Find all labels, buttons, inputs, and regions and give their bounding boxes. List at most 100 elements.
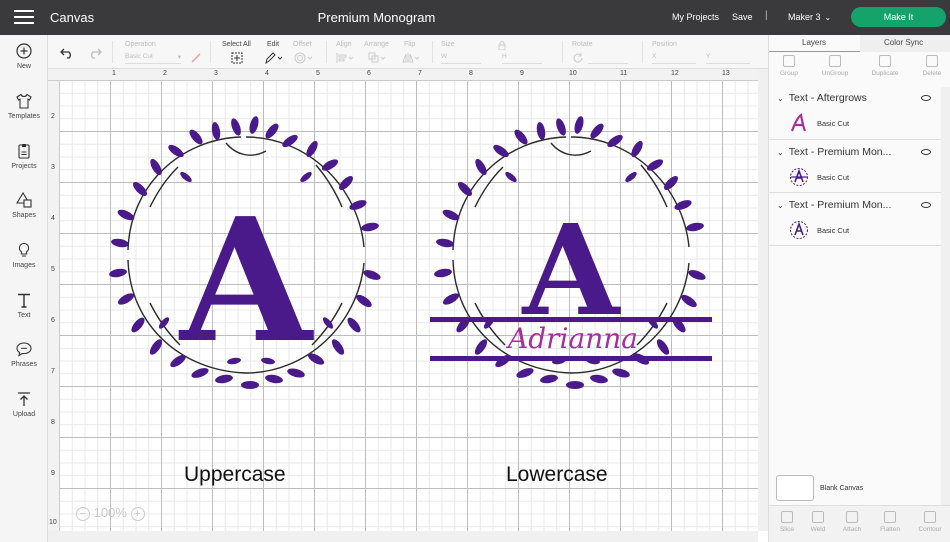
- machine-label: Maker 3: [788, 12, 821, 22]
- height-prefix: H: [502, 53, 507, 60]
- monogram-letter-lowercase[interactable]: A: [521, 209, 621, 334]
- monogram-letter-uppercase[interactable]: A: [180, 196, 312, 366]
- toolbar-divider: [562, 41, 563, 63]
- attach-icon: [846, 511, 858, 523]
- position-y-field[interactable]: Y: [706, 53, 750, 64]
- sidebar-item-phrases[interactable]: Phrases: [0, 341, 48, 368]
- sidebar-item-label: Projects: [11, 163, 37, 170]
- active-tab-underline: [769, 51, 860, 52]
- weld-button[interactable]: Weld: [800, 511, 836, 533]
- zoom-control: − 100% +: [76, 505, 145, 521]
- height-field[interactable]: H: [502, 53, 542, 64]
- eye-icon[interactable]: [921, 149, 931, 155]
- flip-icon[interactable]: [402, 52, 422, 64]
- ruler-number: 13: [722, 70, 730, 77]
- speech-bubble-icon: [16, 342, 32, 357]
- select-all-icon[interactable]: [231, 52, 243, 64]
- sidebar-item-text[interactable]: Text: [0, 292, 48, 319]
- flatten-label: Flatten: [880, 526, 900, 533]
- group-label: Group: [779, 70, 799, 77]
- sidebar-item-label: Phrases: [11, 361, 37, 368]
- layer-name: Text - Aftergrows: [788, 92, 867, 104]
- position-x-field[interactable]: X: [652, 53, 696, 64]
- attach-button[interactable]: Attach: [834, 511, 870, 533]
- sidebar-item-label: Text: [17, 312, 31, 319]
- ruler-number: 5: [51, 266, 55, 273]
- canvas-vertical-scrollbar[interactable]: [758, 69, 768, 531]
- toolbar-divider: [112, 41, 113, 63]
- eye-icon[interactable]: [921, 202, 931, 208]
- position-label: Position: [652, 41, 677, 48]
- size-label: Size: [441, 41, 455, 48]
- align-icon[interactable]: [336, 52, 356, 64]
- attach-label: Attach: [842, 526, 862, 533]
- sidebar-item-images[interactable]: Images: [0, 242, 48, 269]
- ruler-number: 6: [51, 317, 55, 324]
- layer-thumbnail-script-a: [790, 113, 807, 132]
- ungroup-button[interactable]: UnGroup: [817, 55, 853, 77]
- ungroup-label: UnGroup: [821, 70, 849, 77]
- make-it-button[interactable]: Make It: [851, 7, 946, 27]
- delete-button[interactable]: Delete: [914, 55, 950, 77]
- redo-icon[interactable]: [88, 47, 102, 59]
- zoom-out-button[interactable]: −: [76, 506, 90, 521]
- duplicate-label: Duplicate: [871, 70, 899, 77]
- design-canvas[interactable]: A A Adrianna Uppercase Lowercase: [60, 81, 758, 531]
- blank-canvas-swatch[interactable]: [776, 475, 814, 501]
- my-projects-link[interactable]: My Projects: [672, 12, 719, 22]
- toolbar-divider: [326, 41, 327, 63]
- group-button[interactable]: Group: [771, 55, 807, 77]
- trash-icon: [926, 55, 938, 67]
- chevron-down-icon: ⌄: [777, 94, 784, 103]
- chevron-down-icon: ⌄: [824, 13, 832, 22]
- tab-layers[interactable]: Layers: [802, 38, 826, 47]
- save-button[interactable]: Save: [732, 12, 753, 22]
- panel-tabs: Layers Color Sync: [769, 35, 950, 52]
- sidebar-item-label: Upload: [12, 411, 36, 418]
- layer-header[interactable]: ⌄ Text - Premium Mon...: [777, 199, 891, 211]
- canvas-horizontal-scrollbar[interactable]: [48, 531, 758, 542]
- zoom-in-button[interactable]: +: [130, 506, 145, 521]
- operation-select[interactable]: Basic Cut ▾: [125, 53, 181, 64]
- layer-group[interactable]: ⌄ Text - Premium Mon... Basic Cut: [769, 193, 941, 246]
- sidebar-item-new[interactable]: New: [0, 43, 48, 70]
- split-bar-bottom[interactable]: [430, 356, 712, 361]
- arrange-icon[interactable]: [368, 52, 388, 64]
- lock-icon[interactable]: [498, 41, 506, 50]
- pencil-edit-icon[interactable]: [264, 52, 284, 64]
- sidebar-item-templates[interactable]: Templates: [0, 93, 48, 120]
- sidebar-item-upload[interactable]: Upload: [0, 391, 48, 418]
- ruler-number: 2: [51, 113, 55, 120]
- flatten-button[interactable]: Flatten: [872, 511, 908, 533]
- undo-icon[interactable]: [60, 47, 74, 59]
- machine-selector[interactable]: Maker 3 ⌄: [788, 12, 831, 22]
- sidebar-item-shapes[interactable]: Shapes: [0, 192, 48, 219]
- layer-header[interactable]: ⌄ Text - Aftergrows: [777, 92, 867, 104]
- layer-group[interactable]: ⌄ Text - Premium Mon... Basic Cut: [769, 140, 941, 193]
- sidebar-item-projects[interactable]: Projects: [0, 143, 48, 170]
- pen-color-icon[interactable]: [190, 52, 202, 64]
- width-field[interactable]: W: [441, 53, 481, 64]
- rotate-icon[interactable]: [572, 52, 584, 64]
- sidebar-item-label: Images: [12, 262, 36, 269]
- panel-scrollbar[interactable]: [941, 87, 950, 505]
- panel-bottom-tools: Slice Weld Attach Flatten Contour: [769, 505, 950, 542]
- group-icon: [783, 55, 795, 67]
- eye-icon[interactable]: [921, 95, 931, 101]
- offset-icon[interactable]: [294, 52, 314, 64]
- script-name-text[interactable]: Adrianna: [493, 324, 653, 354]
- layer-header[interactable]: ⌄ Text - Premium Mon...: [777, 146, 891, 158]
- contour-button[interactable]: Contour: [912, 511, 948, 533]
- layer-group[interactable]: ⌄ Text - Aftergrows Basic Cut: [769, 87, 941, 140]
- ruler-number: 4: [265, 70, 269, 77]
- select-all-label: Select All: [222, 41, 251, 48]
- duplicate-button[interactable]: Duplicate: [867, 55, 903, 77]
- canvas-artwork: [107, 114, 712, 390]
- layer-operation: Basic Cut: [817, 173, 850, 182]
- slice-icon: [781, 511, 793, 523]
- shirt-icon: [16, 93, 32, 109]
- delete-label: Delete: [922, 70, 942, 77]
- rotate-field[interactable]: [588, 53, 628, 64]
- chevron-down-icon: ⌄: [777, 148, 784, 157]
- tab-color-sync[interactable]: Color Sync: [884, 38, 923, 47]
